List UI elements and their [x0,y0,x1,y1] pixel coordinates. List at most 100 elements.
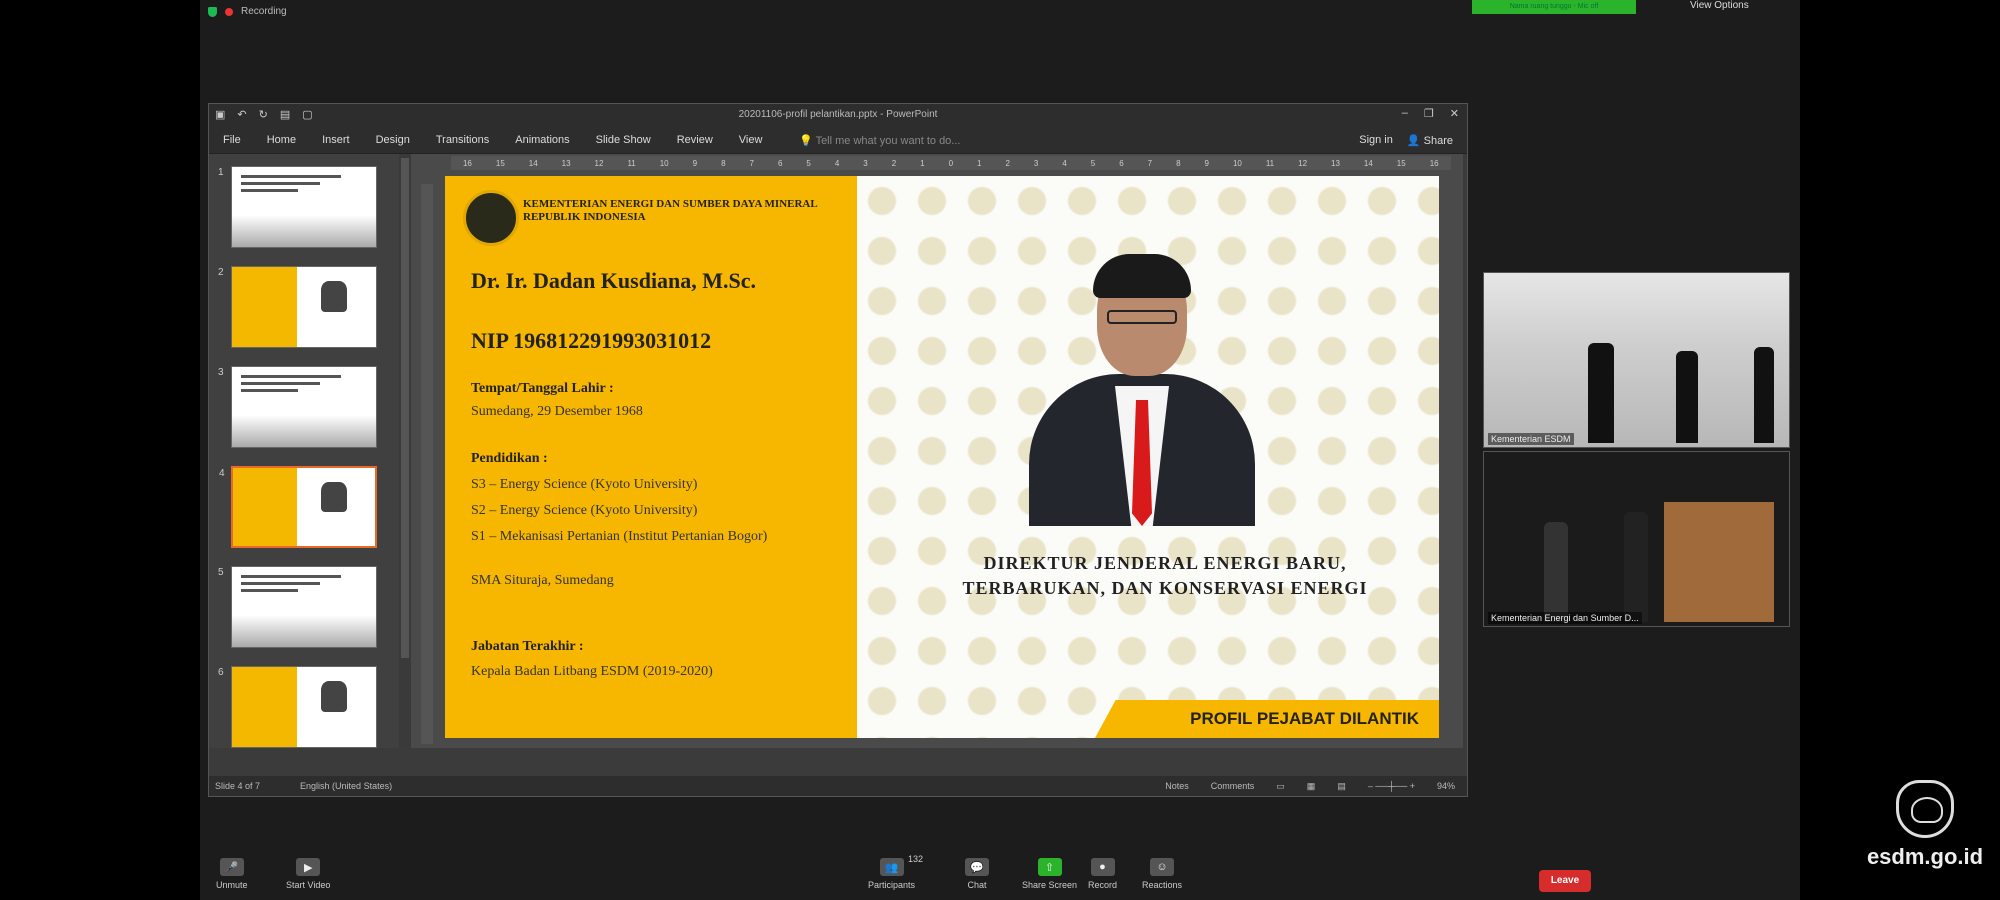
horizontal-ruler: 16 15 14 13 12 11 10 9 8 7 6 5 4 3 2 1 0 1 2 3 4 5 6 7 8 9 10 11 12 1… [451,156,1451,170]
thumbnail-number: 1 [218,167,224,178]
esdm-emblem-icon [1896,780,1954,838]
thumbnail-number: 5 [218,567,224,578]
notes-button[interactable]: Notes [1165,781,1189,792]
ruler-tick-label: 9 [692,158,698,168]
tell-me-text: Tell me what you want to do... [815,135,961,147]
right-black-bar [1800,0,2000,900]
thumbnails-scrollbar[interactable] [399,154,411,748]
speaker-banner: Nama ruang tunggu - Mic off [1472,0,1636,14]
chat-button[interactable]: 💬 Chat [965,858,989,890]
ruler-tick-label: 5 [806,158,811,168]
ruler-tick-label: 2 [1005,158,1010,168]
chat-icon: 💬 [965,858,989,876]
education-label: Pendidikan : [471,451,548,466]
ministry-header: KEMENTERIAN ENERGI DAN SUMBER DAYA MINER… [523,198,843,224]
ruler-tick-label: 0 [948,158,954,168]
ruler-tick-label: 12 [1298,158,1308,168]
thumbnail-number: 2 [218,267,224,278]
slide-thumbnail[interactable]: 4 [219,466,377,548]
ruler-tick-label: 1 [920,158,925,168]
current-slide[interactable]: KEMENTERIAN ENERGI DAN SUMBER DAYA MINER… [445,176,1439,738]
tell-me-box[interactable]: 💡 Tell me what you want to do... [799,134,960,147]
ribbon-tab[interactable]: View [739,134,763,146]
share-screen-button[interactable]: ⇧ Share Screen [1022,858,1077,890]
birth-label: Tempat/Tanggal Lahir : [471,381,614,396]
zoom-meeting-window: Recording Nama ruang tunggu - Mic off Vi… [200,0,1800,900]
record-label: Record [1088,880,1118,890]
leave-button[interactable]: Leave [1539,870,1591,892]
view-options-button[interactable]: View Options [1690,0,1749,11]
reading-view-icon[interactable]: ▤ [1337,781,1346,792]
slide-thumbnails-pane: 1 2 3 4 5 6 [209,154,399,748]
education-item: S3 – Energy Science (Kyoto University) [471,477,698,492]
ruler-tick-label: 8 [1176,158,1181,168]
unmute-button[interactable]: 🎤 Unmute [216,858,248,890]
portrait-hair [1093,254,1191,298]
minimize-icon[interactable]: – [1402,107,1408,120]
role-title-line: DIREKTUR JENDERAL ENERGI BARU, [983,553,1347,573]
normal-view-icon[interactable]: ▭ [1276,781,1285,792]
slide-thumbnail[interactable]: 2 [218,266,377,348]
ruler-tick-label: 10 [1232,158,1242,168]
ribbon-tab[interactable]: Design [376,134,410,146]
language-indicator[interactable]: English (United States) [300,781,392,791]
role-title-line: TERBARUKAN, DAN KONSERVASI ENERGI [962,578,1368,598]
ribbon-tab[interactable]: Review [677,134,713,146]
record-button[interactable]: ● Record [1088,858,1117,890]
start-video-button[interactable]: ▶ Start Video [286,858,330,890]
thumbnail-text-line [240,189,299,192]
reactions-button[interactable]: ☺ Reactions [1142,858,1182,890]
share-button[interactable]: 👤 Share [1407,134,1453,147]
thumbnail-portrait [321,281,348,312]
slide-thumbnail[interactable]: 1 [218,166,377,248]
status-left: Slide 4 of 7 English (United States) [215,781,392,791]
ruler-tick-label: 13 [561,158,571,168]
slide-thumbnail[interactable]: 6 [218,666,377,748]
education-item: S1 – Mekanisasi Pertanian (Institut Pert… [471,529,768,544]
ruler-tick-label: 15 [495,158,505,168]
slide-thumbnail[interactable]: 5 [218,566,377,648]
role-title: DIREKTUR JENDERAL ENERGI BARU, TERBARUKA… [915,551,1415,601]
participant-video[interactable]: Kementerian Energi dan Sumber D... [1483,451,1790,627]
ribbon-tab[interactable]: Insert [322,134,350,146]
sign-in-link[interactable]: Sign in [1359,134,1393,147]
ribbon-tabs: File Home Insert Design Transitions Animation… [223,134,762,146]
ribbon-tab[interactable]: Transitions [436,134,489,146]
standing-person [1624,512,1648,622]
window-controls: – ❐ ✕ [1402,107,1459,120]
thumbnail-number: 4 [219,468,225,479]
thumbnail-city-graphic [232,215,376,247]
ministry-name: KEMENTERIAN ENERGI DAN SUMBER DAYA MINER… [523,198,818,210]
ribbon-tab[interactable]: Animations [515,134,569,146]
zoom-top-bar: Recording Nama ruang tunggu - Mic off Vi… [200,0,1800,28]
scrollbar-thumb[interactable] [401,158,409,658]
esdm-watermark: esdm.go.id [1865,780,1985,870]
record-dot-icon [225,7,233,16]
close-icon[interactable]: ✕ [1450,107,1459,120]
ribbon-tab[interactable]: File [223,134,241,146]
thumbnail-portrait [321,681,348,712]
slide-sorter-icon[interactable]: ▦ [1307,781,1316,792]
ruler-tick-label: 8 [721,158,726,168]
comments-button[interactable]: Comments [1211,781,1255,792]
ribbon-tab[interactable]: Slide Show [596,134,651,146]
ruler-tick-label: 3 [1033,158,1039,168]
slide-counter: Slide 4 of 7 [215,781,261,791]
thumbnail-text-line [240,375,342,378]
participant-video[interactable]: Kementerian ESDM [1483,272,1790,448]
ruler-tick-label: 13 [1331,158,1340,168]
ribbon-tab[interactable]: Home [267,134,296,146]
zoom-level[interactable]: 94% [1437,781,1455,792]
restore-icon[interactable]: ❐ [1424,107,1434,120]
thumbnail-number: 6 [218,667,224,678]
record-icon: ● [1090,858,1115,876]
zoom-slider[interactable]: – ──┼── + [1368,781,1415,792]
standing-person [1754,347,1774,443]
ruler-tick-label: 6 [1119,158,1124,168]
thumbnail-city-graphic [232,415,376,447]
ppt-status-bar: Slide 4 of 7 English (United States) Not… [209,776,1467,796]
education-item: SMA Situraja, Sumedang [471,573,614,588]
slide-thumbnail[interactable]: 3 [218,366,377,448]
ruler-tick-label: 7 [1147,158,1153,168]
ruler-tick-label: 14 [1363,158,1373,168]
